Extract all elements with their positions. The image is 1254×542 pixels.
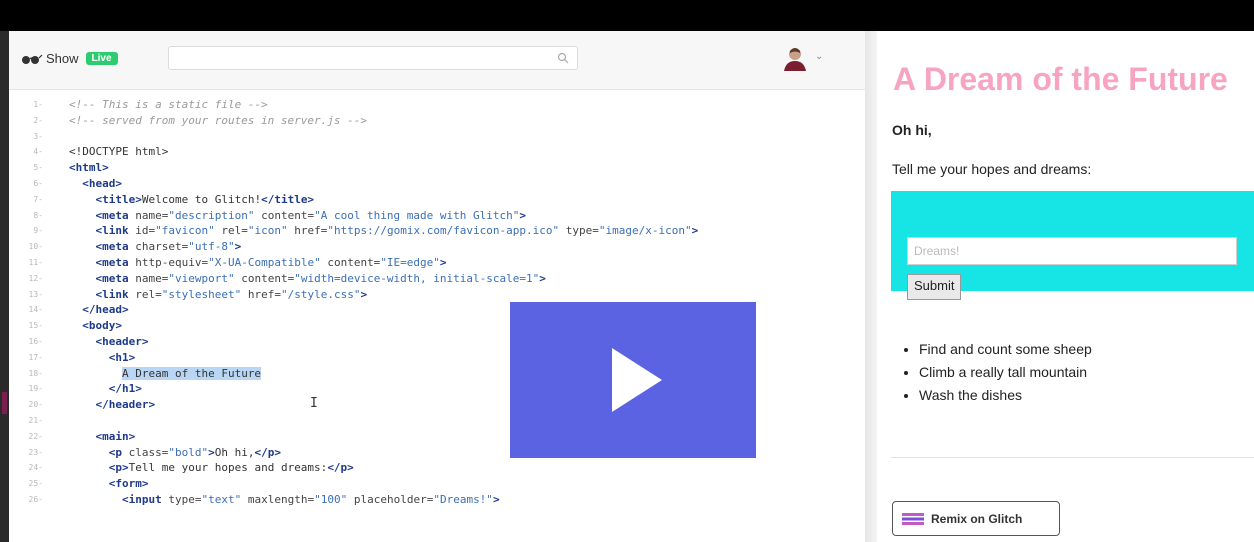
line-number: 23- — [28, 447, 43, 457]
search-input[interactable] — [175, 48, 549, 70]
preview-greeting: Oh hi, — [892, 122, 932, 138]
live-badge: Live — [85, 52, 118, 65]
show-button[interactable]: Show Live — [21, 51, 118, 66]
dream-form: Dreams! Submit — [891, 191, 1254, 300]
line-number: 10- — [28, 242, 43, 252]
code-text[interactable]: </head> — [69, 302, 128, 318]
line-number: 6- — [33, 178, 43, 188]
code-line[interactable]: 12- <meta name="viewport" content="width… — [9, 271, 865, 287]
code-line[interactable]: 8- <meta name="description" content="A c… — [9, 208, 865, 224]
line-number: 11- — [28, 257, 43, 267]
app-preview: A Dream of the Future Oh hi, Tell me you… — [877, 31, 1254, 542]
dreams-list: Find and count some sheep Climb a really… — [903, 338, 1092, 407]
list-item: Climb a really tall mountain — [919, 361, 1092, 384]
line-number: 15- — [28, 321, 43, 331]
code-line[interactable]: 13- <link rel="stylesheet" href="/style.… — [9, 287, 865, 303]
line-number: 26- — [28, 494, 43, 504]
editor-line-marker — [2, 392, 7, 414]
code-text[interactable]: </header> — [69, 397, 156, 413]
code-text[interactable]: <input type="text" maxlength="100" place… — [69, 492, 500, 508]
search-icon[interactable] — [557, 52, 569, 64]
code-text[interactable]: <header> — [69, 334, 149, 350]
code-text[interactable]: <meta name="description" content="A cool… — [69, 208, 527, 224]
video-top-bar — [0, 0, 1254, 31]
code-text[interactable]: <title>Welcome to Glitch!</title> — [69, 192, 315, 208]
remix-fish-icon — [902, 512, 924, 525]
avatar[interactable] — [782, 45, 808, 71]
line-number: 17- — [28, 352, 43, 362]
line-number: 21- — [28, 415, 43, 425]
play-icon[interactable] — [612, 348, 662, 412]
line-number: 7- — [33, 194, 43, 204]
panel-divider[interactable] — [865, 31, 877, 542]
remix-button[interactable]: Remix on Glitch — [892, 501, 1060, 536]
code-text[interactable]: <!DOCTYPE html> — [69, 144, 168, 160]
code-line[interactable]: 3- — [9, 129, 865, 145]
line-number: 3- — [33, 131, 43, 141]
code-line[interactable]: 10- <meta charset="utf-8"> — [9, 239, 865, 255]
code-text[interactable]: <p>Tell me your hopes and dreams:</p> — [69, 460, 354, 476]
code-text[interactable]: <link rel="stylesheet" href="/style.css"… — [69, 287, 368, 303]
line-number: 18- — [28, 368, 43, 378]
code-text[interactable]: <head> — [69, 176, 122, 192]
line-number: 5- — [33, 163, 43, 173]
line-number: 4- — [33, 147, 43, 157]
preview-divider — [891, 457, 1254, 458]
code-line[interactable]: 25- <form> — [9, 476, 865, 492]
line-number: 19- — [28, 384, 43, 394]
code-line[interactable]: 9- <link id="favicon" rel="icon" href="h… — [9, 223, 865, 239]
code-text[interactable]: A Dream of the Future — [69, 366, 262, 382]
remix-label: Remix on Glitch — [931, 511, 1023, 526]
line-number: 13- — [28, 289, 43, 299]
list-item: Wash the dishes — [919, 384, 1092, 407]
code-line[interactable]: 2- <!-- served from your routes in server… — [9, 113, 865, 129]
line-number: 22- — [28, 431, 43, 441]
line-number: 16- — [28, 336, 43, 346]
code-text[interactable]: </h1> — [69, 381, 142, 397]
code-line[interactable]: 5- <html> — [9, 160, 865, 176]
dream-input[interactable]: Dreams! — [907, 237, 1237, 265]
line-number: 25- — [28, 479, 43, 489]
line-number: 2- — [33, 115, 43, 125]
line-number: 24- — [28, 463, 43, 473]
line-number: 14- — [28, 305, 43, 315]
code-line[interactable]: 4- <!DOCTYPE html> — [9, 144, 865, 160]
show-label: Show — [46, 51, 79, 66]
code-text[interactable]: <h1> — [69, 350, 136, 366]
code-text[interactable]: <html> — [69, 160, 109, 176]
code-text[interactable]: <!-- served from your routes in server.j… — [69, 113, 367, 129]
video-play-overlay[interactable] — [510, 302, 756, 458]
line-number: 1- — [33, 100, 43, 109]
list-item: Find and count some sheep — [919, 338, 1092, 361]
line-number: 9- — [33, 226, 43, 236]
code-text[interactable]: <!-- This is a static file --> — [69, 97, 268, 113]
line-number: 8- — [33, 210, 43, 220]
code-text[interactable]: <body> — [69, 318, 122, 334]
code-line[interactable]: 11- <meta http-equiv="X-UA-Compatible" c… — [9, 255, 865, 271]
editor-frame-edge — [0, 31, 9, 542]
chevron-down-icon[interactable]: ⌄ — [815, 51, 823, 62]
code-line[interactable]: 7- <title>Welcome to Glitch!</title> — [9, 192, 865, 208]
code-editor: Show Live ⌄ 1- <!-- This is a static file… — [9, 31, 865, 542]
code-text[interactable]: <link id="favicon" rel="icon" href="http… — [69, 223, 699, 239]
code-text[interactable]: <meta name="viewport" content="width=dev… — [69, 271, 546, 287]
editor-toolbar: Show Live ⌄ — [9, 31, 865, 90]
sunglasses-icon — [22, 54, 43, 64]
text-cursor-icon: I — [310, 396, 318, 411]
search-box[interactable] — [168, 46, 578, 70]
code-text[interactable]: <meta charset="utf-8"> — [69, 239, 242, 255]
code-line[interactable]: 6- <head> — [9, 176, 865, 192]
preview-title: A Dream of the Future — [893, 61, 1228, 97]
code-line[interactable]: 1- <!-- This is a static file --> — [9, 97, 865, 113]
code-line[interactable]: 26- <input type="text" maxlength="100" p… — [9, 492, 865, 508]
preview-prompt: Tell me your hopes and dreams: — [892, 161, 1092, 177]
code-text[interactable]: <main> — [69, 429, 136, 445]
line-number: 12- — [28, 273, 43, 283]
code-text[interactable]: <p class="bold">Oh hi,</p> — [69, 445, 281, 461]
submit-button[interactable]: Submit — [907, 274, 962, 300]
code-text[interactable]: <meta http-equiv="X-UA-Compatible" conte… — [69, 255, 447, 271]
line-number: 20- — [28, 400, 43, 410]
code-text[interactable]: <form> — [69, 476, 149, 492]
code-line[interactable]: 24- <p>Tell me your hopes and dreams:</p… — [9, 460, 865, 476]
